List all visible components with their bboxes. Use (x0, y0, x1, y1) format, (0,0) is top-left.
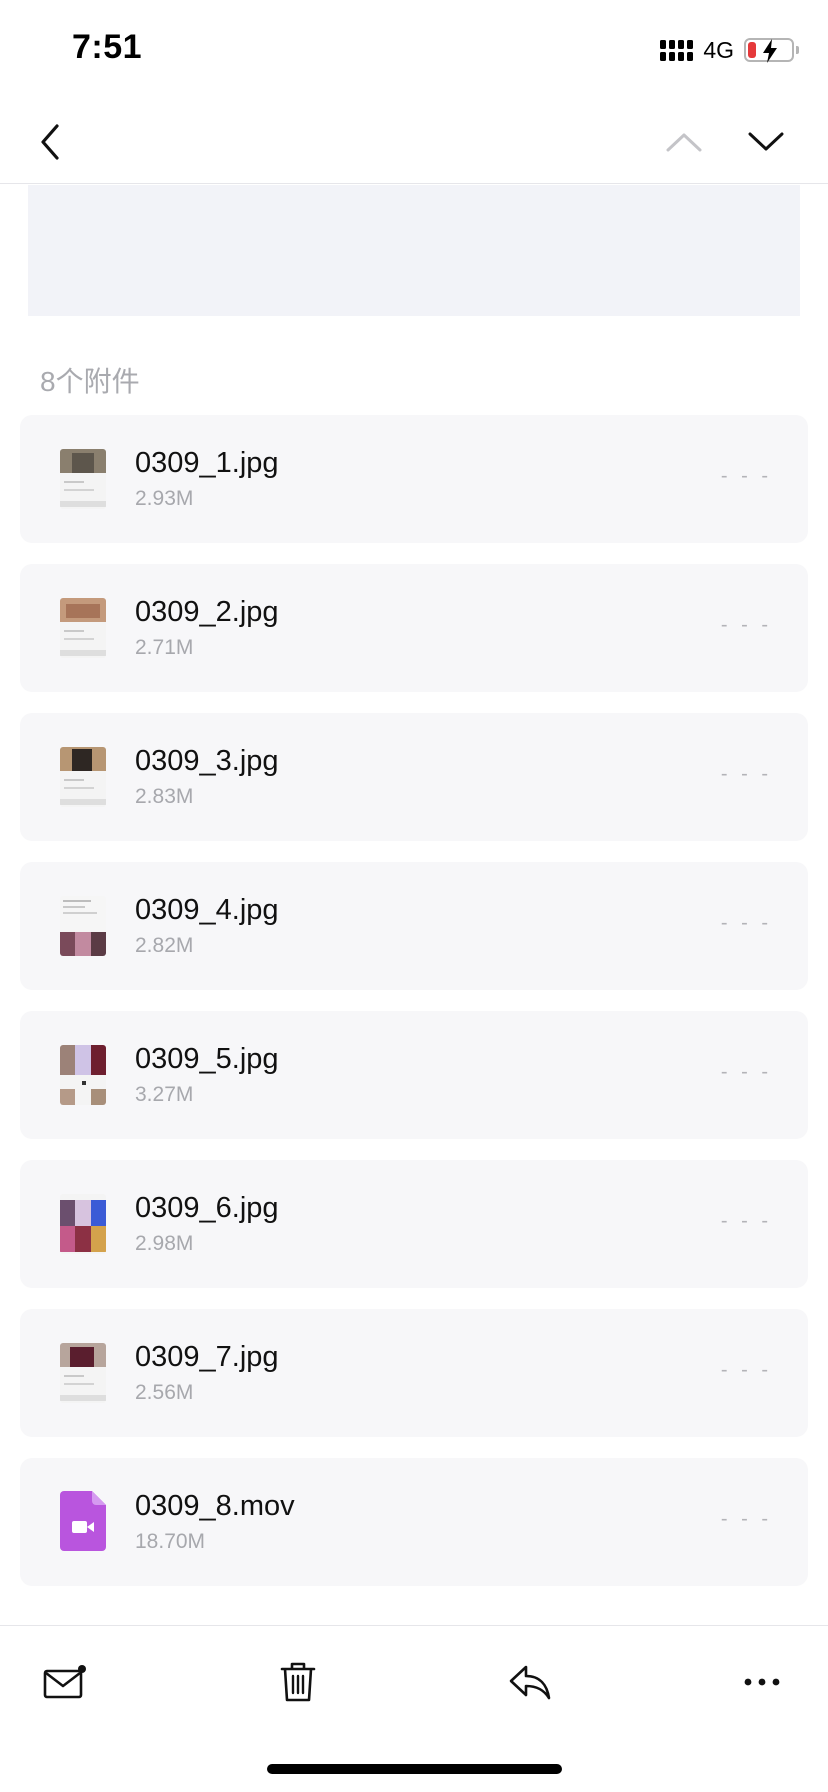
attachment-name: 0309_2.jpg (135, 596, 279, 628)
attachment-item[interactable]: 0309_7.jpg 2.56M - - - (20, 1309, 808, 1437)
chevron-down-icon (748, 132, 784, 151)
attachment-name: 0309_7.jpg (135, 1341, 279, 1373)
attachment-item[interactable]: 0309_5.jpg 3.27M - - - (20, 1011, 808, 1139)
image-thumbnail (60, 1194, 106, 1254)
battery-icon (744, 38, 799, 63)
attachment-size: 3.27M (135, 1083, 194, 1106)
trash-icon (280, 1662, 316, 1702)
reply-button[interactable] (500, 1652, 560, 1712)
image-thumbnail (60, 598, 106, 658)
attachment-item[interactable]: 0309_2.jpg 2.71M - - - (20, 564, 808, 692)
attachment-item[interactable]: 0309_1.jpg 2.93M - - - (20, 415, 808, 543)
attachment-name: 0309_1.jpg (135, 447, 279, 479)
image-thumbnail (60, 896, 106, 956)
previous-message-button[interactable] (658, 116, 710, 168)
attachment-size: 2.56M (135, 1381, 194, 1404)
more-indicator[interactable]: - - - (721, 1508, 772, 1531)
more-indicator[interactable]: - - - (721, 1359, 772, 1382)
status-time: 7:51 (72, 28, 143, 66)
attachment-name: 0309_3.jpg (135, 745, 279, 777)
attachment-size: 2.93M (135, 487, 194, 510)
signal-icon (660, 39, 694, 61)
delete-button[interactable] (268, 1652, 328, 1712)
status-indicators: 4G (660, 36, 799, 64)
more-indicator[interactable]: - - - (721, 465, 772, 488)
more-indicator[interactable]: - - - (721, 763, 772, 786)
more-icon (744, 1678, 780, 1686)
attachment-item[interactable]: 0309_4.jpg 2.82M - - - (20, 862, 808, 990)
attachment-name: 0309_4.jpg (135, 894, 279, 926)
attachment-size: 2.83M (135, 785, 194, 808)
attachment-size: 2.98M (135, 1232, 194, 1255)
mail-unread-icon (43, 1665, 86, 1699)
image-thumbnail (60, 1045, 106, 1105)
attachment-size: 2.82M (135, 934, 194, 957)
attachment-item[interactable]: 0309_8.mov 18.70M - - - (20, 1458, 808, 1586)
mark-unread-button[interactable] (35, 1652, 95, 1712)
attachment-name: 0309_5.jpg (135, 1043, 279, 1075)
image-thumbnail (60, 1343, 106, 1403)
attachment-item[interactable]: 0309_3.jpg 2.83M - - - (20, 713, 808, 841)
network-type: 4G (703, 36, 734, 63)
attachment-item[interactable]: 0309_6.jpg 2.98M - - - (20, 1160, 808, 1288)
more-indicator[interactable]: - - - (721, 1210, 772, 1233)
more-indicator[interactable]: - - - (721, 912, 772, 935)
chevron-left-icon (41, 124, 59, 160)
image-thumbnail (60, 449, 106, 509)
nav-bar (0, 100, 828, 184)
attachment-count: 8个附件 (40, 366, 140, 397)
attachment-list: 0309_1.jpg 2.93M - - - 0309_2.jpg 2.71M … (20, 415, 808, 1607)
more-indicator[interactable]: - - - (721, 1061, 772, 1084)
more-indicator[interactable]: - - - (721, 614, 772, 637)
video-file-icon (60, 1491, 106, 1551)
attachment-name: 0309_8.mov (135, 1490, 295, 1522)
back-button[interactable] (24, 116, 76, 168)
status-bar: 7:51 4G (0, 0, 828, 100)
next-message-button[interactable] (740, 116, 792, 168)
image-thumbnail (60, 747, 106, 807)
chevron-up-icon (666, 133, 702, 152)
reply-icon (509, 1665, 551, 1700)
attachment-name: 0309_6.jpg (135, 1192, 279, 1224)
attachment-size: 18.70M (135, 1530, 206, 1553)
message-body-preview (28, 185, 800, 316)
attachment-size: 2.71M (135, 636, 194, 659)
more-actions-button[interactable] (732, 1652, 792, 1712)
home-indicator (267, 1764, 562, 1774)
